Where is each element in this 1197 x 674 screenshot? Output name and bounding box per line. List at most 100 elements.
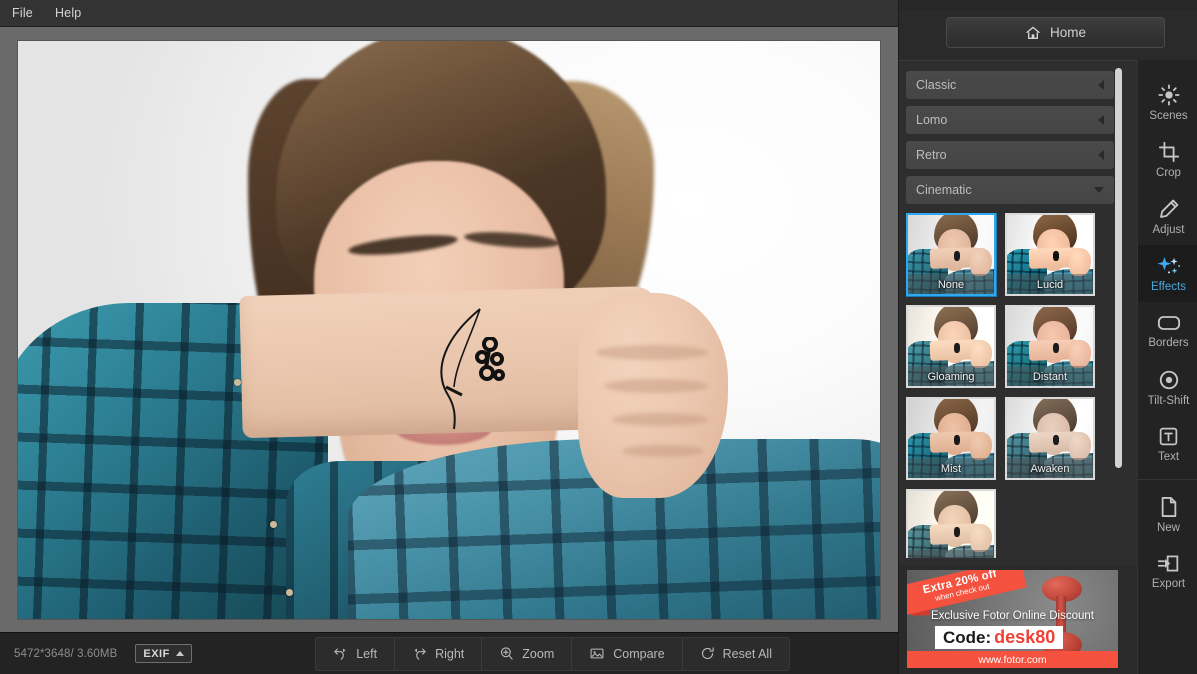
exif-label: EXIF	[143, 648, 169, 660]
ad-code-box: Code: desk80	[935, 626, 1063, 649]
effect-category-retro[interactable]: Retro	[906, 141, 1114, 169]
effect-thumbnail-label: Awaken	[1007, 463, 1093, 475]
canvas-workspace[interactable]	[0, 27, 898, 632]
effect-category-lomo-label: Lomo	[916, 113, 947, 127]
text-t-icon	[1158, 426, 1179, 447]
effect-thumbnail-partial[interactable]	[906, 489, 996, 558]
rotate-right-button[interactable]: Right	[395, 638, 482, 670]
tool-crop[interactable]: Crop	[1138, 131, 1197, 188]
effect-thumbnail-distant[interactable]: Distant	[1005, 305, 1095, 388]
zoom-in-icon	[499, 646, 514, 661]
effect-category-list: Classic Lomo Retro Cinematic	[906, 71, 1114, 211]
rotate-left-icon	[333, 646, 348, 661]
rotate-left-button[interactable]: Left	[316, 638, 395, 670]
home-button[interactable]: Home	[946, 17, 1165, 48]
effect-category-cinematic[interactable]: Cinematic	[906, 176, 1114, 204]
menu-help[interactable]: Help	[55, 6, 82, 20]
tool-export[interactable]: Export	[1138, 543, 1197, 600]
tool-borders-label: Borders	[1148, 337, 1188, 349]
tool-borders[interactable]: Borders	[1138, 302, 1197, 359]
tool-text[interactable]: Text	[1138, 416, 1197, 473]
effect-thumbnail-label: Distant	[1007, 371, 1093, 383]
effects-scrollbar-thumb[interactable]	[1115, 68, 1122, 468]
home-icon	[1025, 25, 1041, 41]
photo-fist	[578, 293, 728, 498]
tool-rail-divider	[1138, 479, 1197, 480]
rotate-right-icon	[412, 646, 427, 661]
tool-export-label: Export	[1152, 578, 1185, 590]
photo-wrist-tattoo	[473, 337, 509, 391]
tool-crop-label: Crop	[1156, 167, 1181, 179]
rotate-right-label: Right	[435, 647, 464, 661]
promo-ad-banner[interactable]: Extra 20% off when check out Exclusive F…	[907, 570, 1118, 668]
chevron-left-icon	[1098, 80, 1104, 90]
home-label: Home	[1050, 25, 1086, 40]
effect-thumbnail-label: None	[908, 279, 994, 291]
effect-category-retro-label: Retro	[916, 148, 947, 162]
status-bar: 5472*3648/ 3.60MB EXIF Left	[0, 632, 898, 674]
effect-category-classic[interactable]: Classic	[906, 71, 1114, 99]
compare-label: Compare	[613, 647, 664, 661]
tool-adjust[interactable]: Adjust	[1138, 188, 1197, 245]
reset-all-label: Reset All	[723, 647, 772, 661]
effect-category-classic-label: Classic	[916, 78, 956, 92]
effects-scrollbar[interactable]	[1115, 68, 1122, 558]
right-panel: Home Classic Lomo Retro Cinematic	[898, 0, 1197, 674]
crop-icon	[1158, 141, 1180, 163]
effect-thumbnail-mist[interactable]: Mist	[906, 397, 996, 480]
zoom-label: Zoom	[522, 647, 554, 661]
ad-code-label: Code:	[943, 628, 991, 648]
tool-effects[interactable]: Effects	[1138, 245, 1197, 302]
target-tiltshift-icon	[1158, 369, 1180, 391]
new-document-icon	[1159, 496, 1179, 518]
canvas-tool-group: Left Right Zoom	[315, 637, 790, 671]
editor-area: File Help	[0, 0, 898, 674]
tool-rail: Scenes Crop Adjust	[1137, 60, 1197, 674]
sparkles-effects-icon	[1157, 255, 1181, 277]
compare-button[interactable]: Compare	[572, 638, 682, 670]
chevron-down-icon	[1094, 187, 1104, 193]
chevron-left-icon	[1098, 115, 1104, 125]
rounded-rect-borders-icon	[1157, 313, 1181, 333]
exif-button[interactable]: EXIF	[135, 644, 191, 663]
tool-effects-label: Effects	[1151, 281, 1186, 293]
rotate-left-label: Left	[356, 647, 377, 661]
effect-thumbnail-gloaming[interactable]: Gloaming	[906, 305, 996, 388]
ad-headline: Exclusive Fotor Online Discount	[907, 610, 1118, 622]
image-dimensions-label: 5472*3648/ 3.60MB	[14, 648, 117, 660]
photo-shirt-button-3	[286, 589, 293, 596]
menu-file[interactable]: File	[12, 6, 33, 20]
pencil-adjust-icon	[1158, 198, 1180, 220]
photo-shirt-button-2	[270, 521, 277, 528]
effect-thumbnail-awaken[interactable]: Awaken	[1005, 397, 1095, 480]
photo-shirt-button-1	[234, 379, 241, 386]
export-arrow-icon	[1157, 553, 1180, 574]
tool-adjust-label: Adjust	[1153, 224, 1185, 236]
effect-category-lomo[interactable]: Lomo	[906, 106, 1114, 134]
menu-bar: File Help	[0, 0, 898, 27]
photo-canvas[interactable]	[18, 41, 880, 619]
effect-thumbnail-lucid[interactable]: Lucid	[1005, 213, 1095, 296]
effect-thumbnail-grid: None Lucid	[906, 213, 1114, 558]
caret-up-icon	[176, 651, 184, 656]
reset-icon	[700, 646, 715, 661]
zoom-button[interactable]: Zoom	[482, 638, 572, 670]
effect-thumbnail-label: Lucid	[1007, 279, 1093, 291]
effect-category-cinematic-label: Cinematic	[916, 183, 972, 197]
window-title-strip	[899, 0, 1197, 10]
thumbnail-preview	[908, 491, 994, 558]
effect-thumbnail-label: Mist	[908, 463, 994, 475]
sun-scenes-icon	[1158, 84, 1180, 106]
reset-all-button[interactable]: Reset All	[683, 638, 789, 670]
tool-scenes-label: Scenes	[1149, 110, 1187, 122]
tool-tilt-shift[interactable]: Tilt-Shift	[1138, 359, 1197, 416]
tool-new[interactable]: New	[1138, 486, 1197, 543]
tool-scenes[interactable]: Scenes	[1138, 74, 1197, 131]
effect-thumbnail-none[interactable]: None	[906, 213, 996, 296]
compare-image-icon	[589, 646, 605, 661]
ad-url[interactable]: www.fotor.com	[907, 651, 1118, 668]
chevron-left-icon	[1098, 150, 1104, 160]
tool-new-label: New	[1157, 522, 1180, 534]
effects-panel: Classic Lomo Retro Cinematic	[899, 60, 1137, 565]
ad-code-value: desk80	[994, 627, 1055, 648]
